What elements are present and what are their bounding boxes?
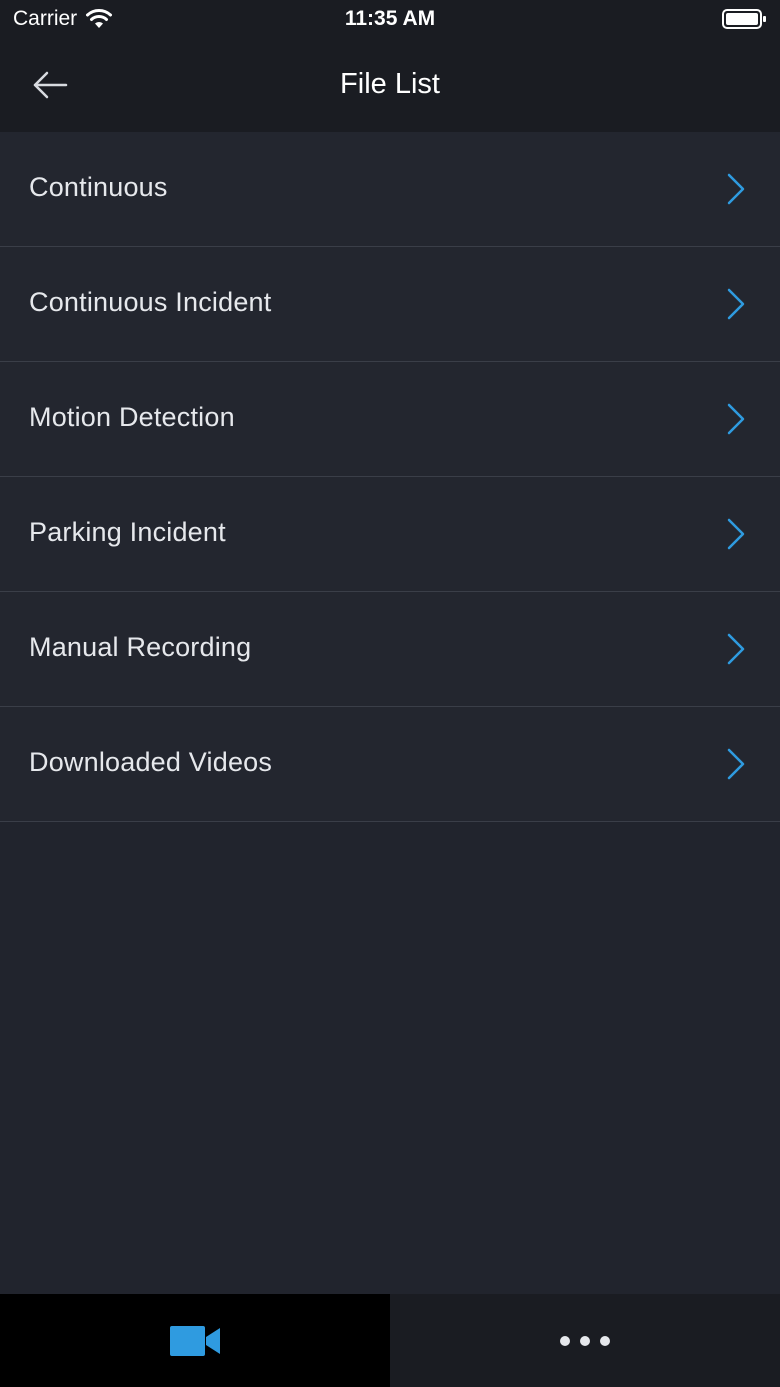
tab-bar xyxy=(0,1294,780,1387)
list-item-label: Manual Recording xyxy=(29,632,252,662)
list-item-label: Downloaded Videos xyxy=(29,747,273,777)
list-item-manual-recording[interactable]: Manual Recording xyxy=(0,592,780,707)
chevron-right-icon xyxy=(727,518,745,550)
battery-icon xyxy=(722,9,766,29)
list-item-label: Continuous Incident xyxy=(29,287,272,317)
more-icon xyxy=(560,1335,610,1346)
file-category-list: Continuous Continuous Incident Motion De… xyxy=(0,132,780,822)
chevron-right-icon xyxy=(727,288,745,320)
header: Carrier 11:35 AM File List xyxy=(0,0,780,132)
list-item-motion-detection[interactable]: Motion Detection xyxy=(0,362,780,477)
video-camera-icon xyxy=(170,1325,220,1356)
nav-bar: File List xyxy=(0,40,780,132)
status-bar: Carrier 11:35 AM xyxy=(0,0,780,40)
chevron-right-icon xyxy=(727,403,745,435)
app-screen: Carrier 11:35 AM File List Continuous Co… xyxy=(0,0,780,1387)
list-item-label: Continuous xyxy=(29,172,168,202)
chevron-right-icon xyxy=(727,748,745,780)
list-item-label: Motion Detection xyxy=(29,402,235,432)
status-time: 11:35 AM xyxy=(344,7,436,30)
tab-videos[interactable] xyxy=(0,1294,390,1387)
list-item-label: Parking Incident xyxy=(29,517,226,547)
list-item-continuous[interactable]: Continuous xyxy=(0,132,780,247)
list-item-continuous-incident[interactable]: Continuous Incident xyxy=(0,247,780,362)
page-title: File List xyxy=(340,68,440,100)
chevron-right-icon xyxy=(727,173,745,205)
chevron-right-icon xyxy=(727,633,745,665)
list-item-downloaded-videos[interactable]: Downloaded Videos xyxy=(0,707,780,822)
list-item-parking-incident[interactable]: Parking Incident xyxy=(0,477,780,592)
tab-more[interactable] xyxy=(390,1294,780,1387)
